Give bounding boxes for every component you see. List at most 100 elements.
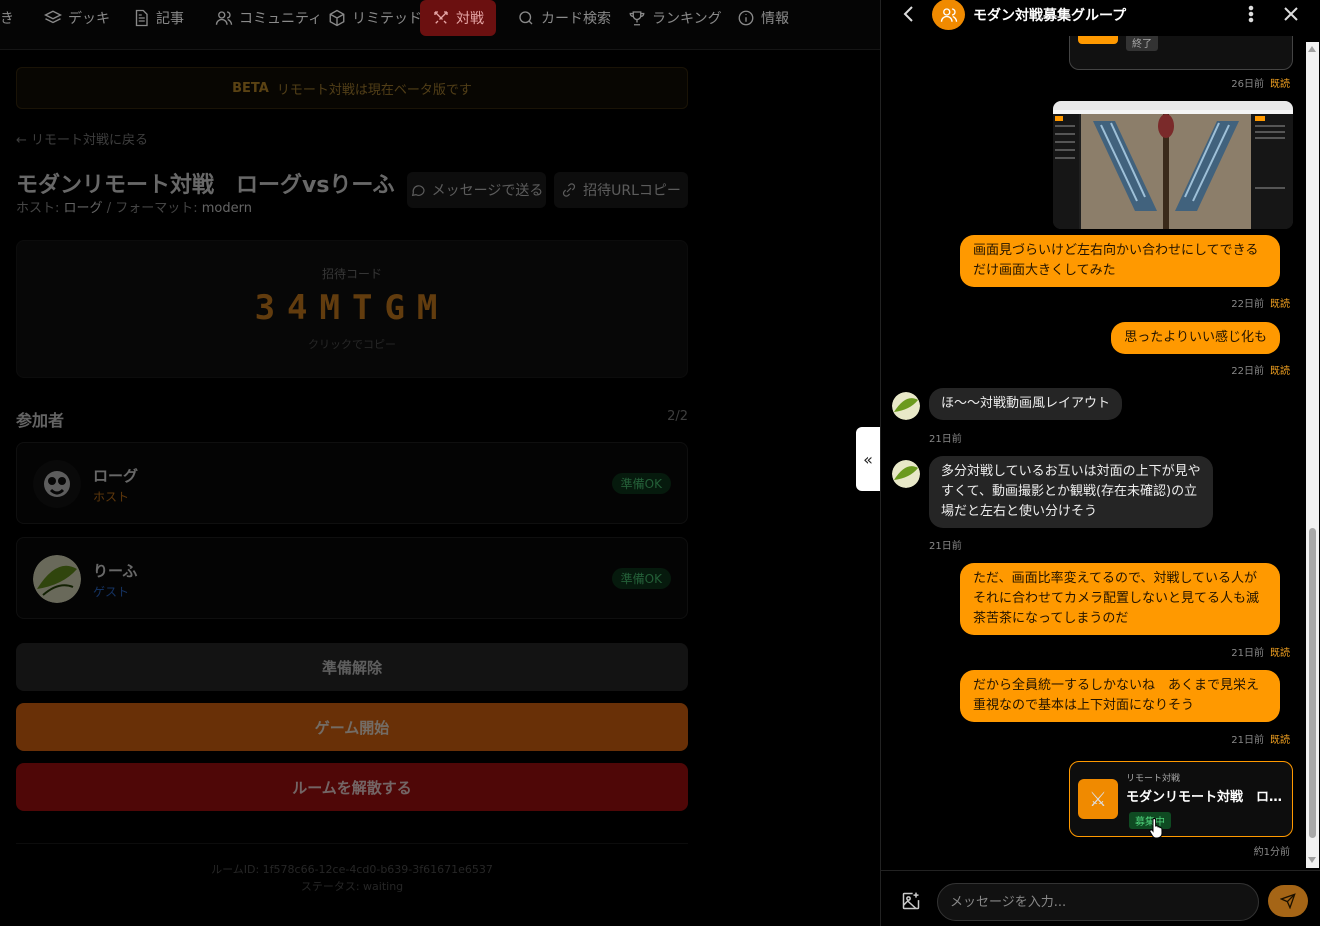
message-meta: 22日前 既読 [1231,295,1290,310]
invite-code[interactable]: 34MTGM [17,288,687,328]
room-share-card[interactable]: ⚔ リモート対戦 モダンリモート対戦 ローグvsりーふ 募集中 [1069,761,1293,837]
link-icon [563,183,576,197]
search-icon [519,11,533,25]
message-bubble-own: ただ、画面比率変えてるので、対戦している人がそれに合わせてカメラ配置しないと見て… [960,563,1280,635]
room-thumbnail [1078,36,1118,44]
send-icon [1280,893,1296,909]
message-bubble-own: 画面見づらいけど左右向かい合わせにしてできるだけ画面大きくしてみた [960,235,1280,287]
message-meta: 26日前 既読 [1231,75,1290,90]
scroll-down-arrow[interactable] [1308,857,1316,863]
nav-item-info[interactable]: 情報 [729,0,797,36]
message-time: 約1分前 [1253,847,1290,858]
participant-card-host: ローグ ホスト 準備OK [16,442,688,524]
chat-input-bar [881,870,1320,926]
nav-item-battle[interactable]: 対戦 [420,0,496,36]
start-game-button[interactable]: ゲーム開始 [16,703,688,751]
host-value: ローグ [63,201,103,216]
nav-item-articles[interactable]: 記事 [124,0,192,36]
send-button[interactable] [1268,885,1308,917]
divider [16,843,688,844]
participant-name: りーふ [93,562,138,580]
more-vertical-icon [1248,5,1254,23]
read-receipt: 既読 [1270,735,1290,746]
chat-header: モダン対戦募集グループ [881,0,1320,36]
more-menu-button[interactable] [1241,4,1261,24]
layers-icon [44,10,62,24]
hand-cursor-icon [1149,817,1163,839]
room-share-title: モダンリモート対戦 ローグvsりーふ [1126,790,1288,805]
collapse-chat-button[interactable]: « [856,427,880,491]
nav-item-limited[interactable]: リミテッド [320,0,430,36]
dissolve-room-button[interactable]: ルームを解散する [16,763,688,811]
users-icon [940,7,957,22]
participants-count: 2/2 [667,409,688,424]
page-title: モダンリモート対戦 ローグvsりーふ [16,173,395,198]
nav-item-ranking[interactable]: ランキング [620,0,730,36]
message-meta: 21日前 既読 [1231,644,1290,659]
status-badge: 準備OK [611,568,671,589]
message-bubble-other: ほ～～対戦動画風レイアウト [929,388,1123,420]
chat-scrollbar[interactable] [1306,42,1319,868]
beta-notice: BETA リモート対戦は現在ベータ版です [16,67,688,109]
swords-icon: ⚔ [1078,779,1118,819]
invite-code-label: 招待コード [321,267,382,281]
nav-item-label: 記事 [156,11,184,27]
message-image[interactable] [1053,101,1293,229]
copy-invite-url-button[interactable]: 招待URLコピー [554,172,688,208]
message-meta: 21日前 既読 [1231,731,1290,746]
read-receipt: 既読 [1270,648,1290,659]
nav-item-label: コミュニティ [239,11,323,27]
format-label: / フォーマット: [106,201,198,216]
remote-room-page: BETA リモート対戦は現在ベータ版です ← リモート対戦に戻る モダンリモート… [0,51,880,926]
send-message-button[interactable]: メッセージで送る [407,172,546,208]
read-receipt: 既読 [1270,299,1290,310]
swords-icon [434,11,448,24]
info-icon [738,10,754,26]
previous-room-card[interactable]: 終了 [1069,36,1293,70]
invite-code-card[interactable]: 招待コード 34MTGM クリックでコピー [16,240,688,378]
beta-tag: BETA [232,80,269,96]
message-time: 21日前 [929,541,962,552]
avatar [892,460,920,488]
cancel-ready-button[interactable]: 準備解除 [16,643,688,691]
participant-role: ホスト [93,490,130,504]
message-time: 22日前 [1231,366,1264,377]
room-footer: ルームID: 1f578c66-12ce-4cd0-b639-3f61671e6… [16,861,688,895]
nav-item-label: カード検索 [541,11,611,27]
close-button[interactable] [1281,4,1301,24]
read-receipt: 既読 [1270,366,1290,377]
nav-item-community[interactable]: コミュニティ [207,0,330,36]
message-icon [411,185,425,197]
send-message-label: メッセージで送る [431,183,544,199]
room-share-type: リモート対戦 [1126,774,1181,784]
chat-title: モダン対戦募集グループ [973,8,1127,24]
participants-title: 参加者 [16,411,65,430]
avatar [33,460,81,508]
message-input[interactable] [937,883,1259,921]
format-value: modern [201,201,252,216]
nav-item-label: リミテッド [352,11,422,27]
nav-item-card-search[interactable]: カード検索 [509,0,619,36]
scroll-up-arrow[interactable] [1308,46,1316,52]
message-list[interactable]: 終了 26日前 既読 画面見づらいけど左右向かい合わせにしてできるだけ画面大きく… [881,36,1306,866]
image-add-icon [902,892,920,910]
participant-card-guest: りーふ ゲスト 準備OK [16,537,688,619]
host-label: ホスト: [16,201,60,216]
participant-role: ゲスト [93,585,130,599]
back-button[interactable] [901,4,917,24]
message-bubble-own: 思ったよりいい感じ化も [1111,322,1280,354]
chat-panel: モダン対戦募集グループ 終了 26日前 既読 画面見づらいけど左右向かい合わせに… [880,0,1320,926]
room-id: ルームID: 1f578c66-12ce-4cd0-b639-3f61671e6… [211,863,493,876]
attach-image-button[interactable] [901,891,921,911]
nav-item-label: デッキ [68,11,110,27]
message-bubble-own: だから全員統一するしかないね あくまで見栄え重視なので基本は上下対面になりそう [960,670,1280,722]
scrollbar-thumb[interactable] [1309,528,1316,838]
avatar [892,392,920,420]
nav-item-partial[interactable]: き [0,0,22,36]
read-receipt: 既読 [1270,79,1290,90]
message-meta: 22日前 既読 [1231,362,1290,377]
back-to-remote-link[interactable]: ← リモート対戦に戻る [16,129,148,148]
copy-invite-url-label: 招待URLコピー [583,183,681,199]
nav-item-label: 情報 [761,11,789,27]
nav-item-deck[interactable]: デッキ [36,0,118,36]
